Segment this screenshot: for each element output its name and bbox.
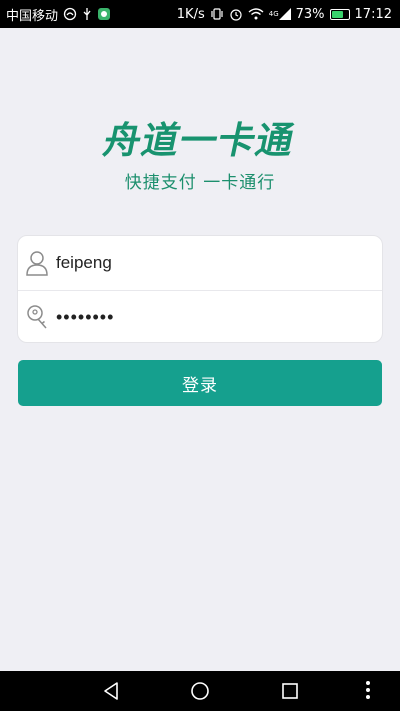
username-input[interactable]	[56, 248, 356, 278]
login-button[interactable]: 登录	[18, 360, 382, 406]
recents-icon[interactable]	[278, 679, 302, 703]
vibrate-icon	[210, 7, 224, 21]
network-speed: 1K/s	[176, 6, 205, 22]
login-screen: 中国移动 1K/s 4G 73% 17:12 舟道一卡通 快捷支付 一卡通行 f…	[0, 0, 400, 711]
clock: 17:12	[354, 6, 392, 22]
usb-icon	[82, 7, 92, 21]
back-icon[interactable]	[99, 679, 123, 703]
status-bar: 中国移动 1K/s 4G 73% 17:12	[0, 0, 400, 28]
battery-percent: 73%	[295, 6, 325, 22]
app-notification-icon	[63, 7, 77, 21]
username-row	[18, 236, 382, 290]
user-icon	[26, 250, 48, 276]
network-type: 4G	[268, 10, 279, 18]
home-icon[interactable]	[188, 679, 212, 703]
login-form	[17, 235, 383, 343]
signal-icon: 4G	[269, 8, 291, 20]
more-menu-icon[interactable]	[366, 681, 370, 699]
app-icon	[97, 7, 111, 21]
logo: 舟道一卡通 快捷支付 一卡通行	[0, 110, 400, 193]
carrier-label: 中国移动	[6, 8, 59, 24]
password-row	[18, 290, 382, 342]
navigation-bar	[0, 671, 400, 711]
app-slogan: 快捷支付 一卡通行	[124, 173, 276, 193]
password-input[interactable]	[56, 302, 356, 332]
battery-icon	[329, 8, 350, 20]
wifi-icon	[248, 8, 264, 20]
app-title: 舟道一卡通	[99, 119, 299, 162]
alarm-icon	[229, 7, 243, 21]
key-icon	[26, 304, 48, 330]
